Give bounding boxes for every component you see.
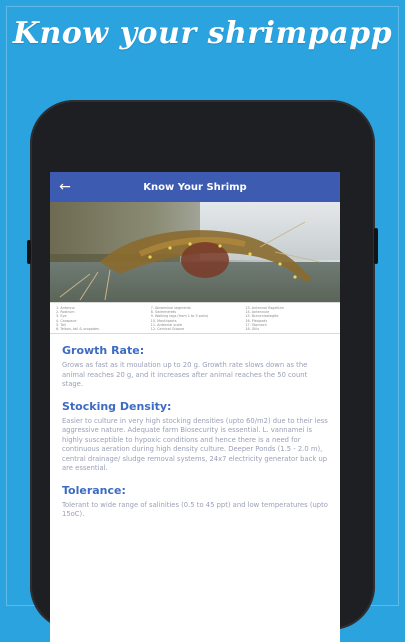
promo-title: Know your shrimpapp	[12, 16, 393, 51]
info-content: Growth Rate: Grows as fast as it moulati…	[50, 344, 340, 520]
app-bar-title: Know Your Shrimp	[143, 181, 247, 193]
section-body: Easier to culture in very high stocking …	[62, 416, 328, 473]
scroll-fade	[50, 612, 340, 642]
section-growth-rate: Growth Rate: Grows as fast as it moulati…	[62, 344, 328, 390]
phone-mockup: ← Know Your Shrimp 1. Antenna 2. Rostrum…	[27, 100, 378, 642]
shrimp-illustration	[59, 221, 321, 301]
arrow-left-icon[interactable]: ←	[50, 179, 80, 195]
legend-item: 12. Cervical Groove	[150, 327, 185, 332]
legend-column: 7. Abdominal segments 8. Swimmerets 9. W…	[151, 306, 240, 331]
section-body: Tolerant to wide range of salinities (0.…	[62, 500, 328, 519]
legend-item: 6. Telson, tail & uropodes	[56, 327, 99, 332]
app-bar: ← Know Your Shrimp	[50, 172, 340, 202]
section-body: Grows as fast as it moulation up to 20 g…	[62, 361, 308, 388]
legend-item: 18. Gills	[245, 327, 260, 332]
legend-column: 1. Antenna 2. Rostrum 3. Eye 4. Carapace…	[56, 306, 145, 331]
phone-power-button	[374, 228, 378, 264]
shrimp-photo	[50, 202, 340, 302]
section-stocking-density: Stocking Density: Easier to culture in v…	[62, 400, 328, 474]
section-heading: Stocking Density:	[62, 399, 172, 413]
legend-column: 13. Antennal flagellum 14. Antennule 15.…	[245, 306, 334, 331]
anatomy-legend: 1. Antenna 2. Rostrum 3. Eye 4. Carapace…	[50, 302, 340, 334]
section-tolerance: Tolerance: Tolerant to wide range of sal…	[62, 484, 328, 520]
section-heading: Tolerance:	[62, 483, 126, 497]
section-heading: Growth Rate:	[62, 344, 145, 357]
phone-volume-button	[27, 240, 31, 264]
phone-screen: ← Know Your Shrimp 1. Antenna 2. Rostrum…	[50, 172, 340, 642]
